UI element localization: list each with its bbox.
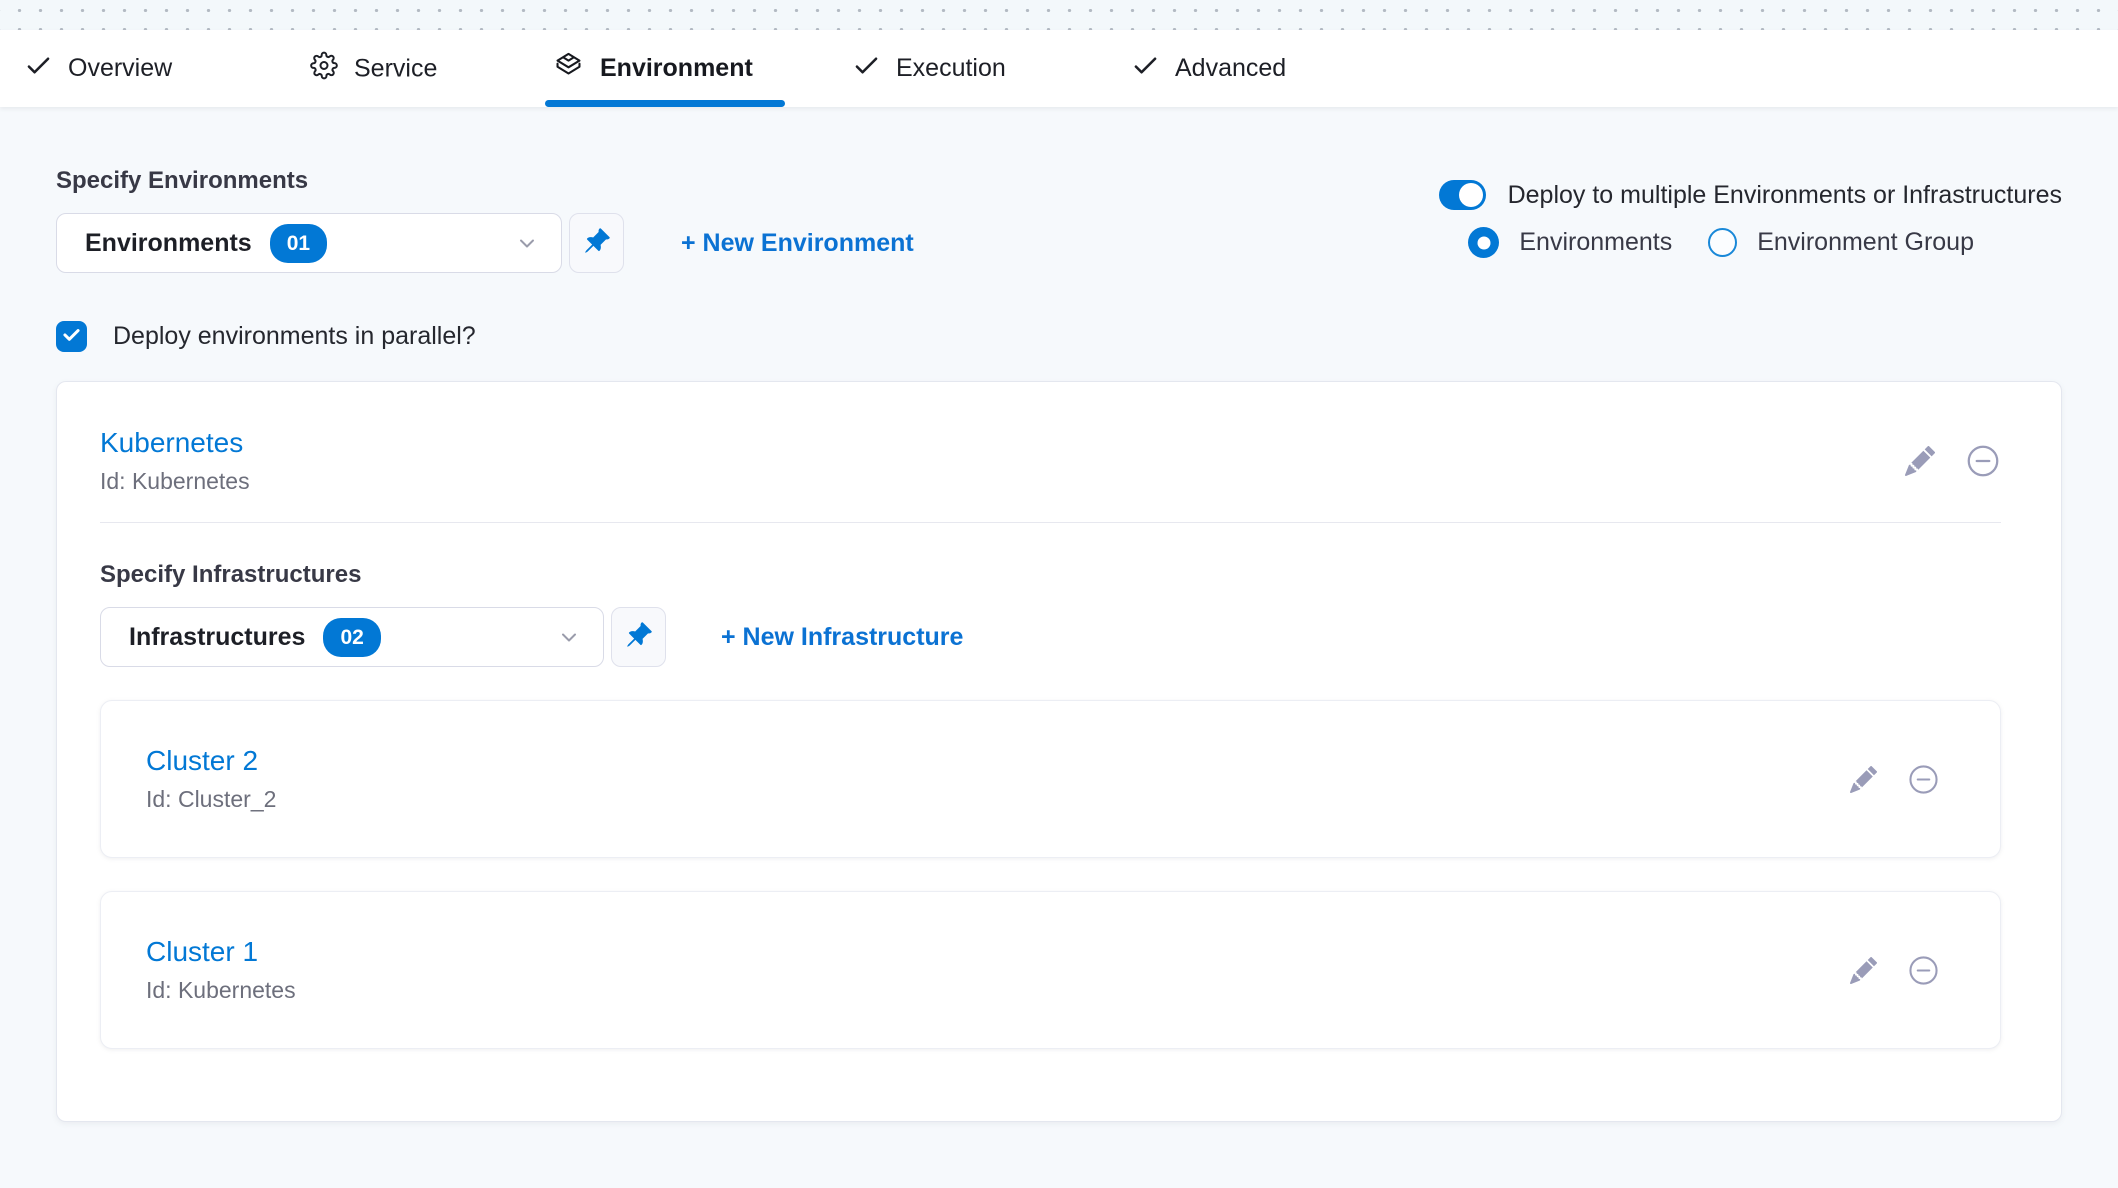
active-tab-underline (545, 100, 785, 107)
infrastructure-id: Id: Kubernetes (146, 977, 296, 1003)
check-icon (1132, 52, 1159, 86)
pipeline-canvas-dots (0, 0, 2118, 30)
environment-id: Id: Kubernetes (100, 468, 250, 494)
remove-icon[interactable] (1907, 763, 1940, 796)
infrastructure-info: Cluster 1 Id: Kubernetes (146, 937, 296, 1003)
remove-icon[interactable] (1965, 443, 2001, 479)
infrastructure-id: Id: Cluster_2 (146, 786, 276, 812)
pin-icon (583, 227, 611, 260)
specify-environments-heading: Specify Environments (56, 167, 914, 195)
tab-label: Environment (600, 54, 753, 83)
radio-environment-group-label: Environment Group (1757, 228, 1974, 257)
infrastructures-dropdown[interactable]: Infrastructures 02 (100, 607, 604, 667)
gear-icon (310, 51, 338, 86)
remove-icon[interactable] (1907, 954, 1940, 987)
tab-environment[interactable]: Environment (553, 50, 753, 88)
multi-environment-toggle[interactable] (1439, 180, 1486, 210)
radio-environments-label: Environments (1519, 228, 1672, 257)
radio-environments[interactable] (1468, 227, 1499, 258)
infrastructure-card-cluster-1: Cluster 1 Id: Kubernetes (100, 891, 2001, 1049)
tab-execution[interactable]: Execution (853, 52, 1006, 86)
infrastructure-info: Cluster 2 Id: Cluster_2 (146, 746, 276, 812)
infrastructure-name-link[interactable]: Cluster 2 (146, 746, 276, 776)
deploy-parallel-label: Deploy environments in parallel? (113, 322, 476, 351)
multi-environment-toggle-label: Deploy to multiple Environments or Infra… (1508, 181, 2062, 210)
environments-dropdown[interactable]: Environments 01 (56, 213, 562, 273)
chevron-down-icon (557, 625, 581, 649)
pin-environments-button[interactable] (569, 213, 624, 273)
tab-label: Overview (68, 54, 172, 83)
environment-name-link[interactable]: Kubernetes (100, 428, 250, 458)
check-icon (61, 324, 82, 350)
environment-card-divider (100, 522, 2001, 523)
deploy-parallel-checkbox[interactable] (56, 321, 87, 352)
pin-icon (625, 621, 653, 654)
pin-infrastructures-button[interactable] (611, 607, 666, 667)
stage-tabbar: Overview Service Environment Execution A… (0, 30, 2118, 107)
infrastructure-name-link[interactable]: Cluster 1 (146, 937, 296, 967)
check-icon (853, 52, 880, 86)
tab-service[interactable]: Service (310, 51, 437, 86)
infrastructure-card-cluster-2: Cluster 2 Id: Cluster_2 (100, 700, 2001, 858)
edit-icon[interactable] (1850, 957, 1877, 984)
check-icon (25, 52, 52, 86)
tab-label: Advanced (1175, 54, 1286, 83)
tab-label: Execution (896, 54, 1006, 83)
radio-environment-group[interactable] (1708, 228, 1737, 257)
infrastructures-count-badge: 02 (323, 618, 380, 657)
chevron-down-icon (515, 231, 539, 255)
toggle-knob (1459, 183, 1483, 207)
infrastructures-dropdown-label: Infrastructures (129, 623, 305, 652)
environment-tab-panel: Specify Environments Environments 01 + N… (0, 107, 2118, 1122)
environment-info: Kubernetes Id: Kubernetes (100, 428, 250, 494)
environment-icon (553, 50, 584, 88)
edit-icon[interactable] (1850, 766, 1877, 793)
tab-overview[interactable]: Overview (25, 52, 172, 86)
tab-label: Service (354, 54, 437, 83)
new-infrastructure-link[interactable]: + New Infrastructure (721, 623, 963, 652)
new-environment-link[interactable]: + New Environment (681, 229, 914, 258)
edit-icon[interactable] (1905, 446, 1935, 476)
specify-infrastructures-heading: Specify Infrastructures (100, 561, 2001, 589)
environment-card-kubernetes: Kubernetes Id: Kubernetes Specify Infras… (56, 381, 2062, 1122)
tab-advanced[interactable]: Advanced (1132, 52, 1286, 86)
environments-count-badge: 01 (270, 224, 327, 263)
environments-dropdown-label: Environments (85, 229, 252, 258)
